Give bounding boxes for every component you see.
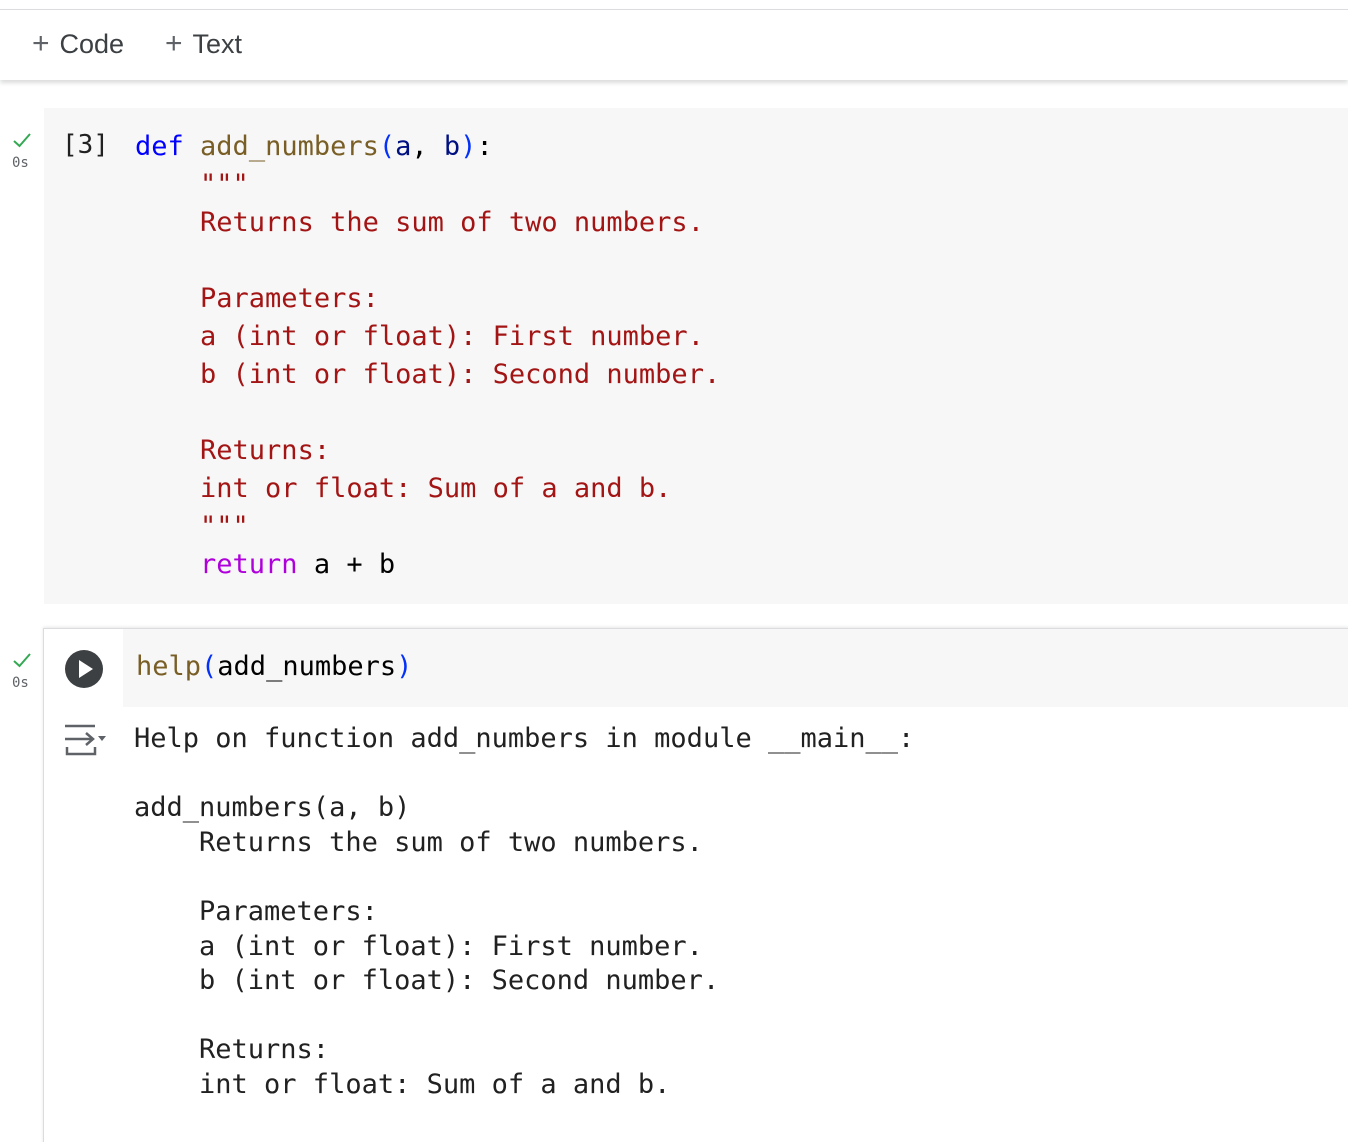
success-check-icon: [13, 133, 31, 148]
execution-count: [3]: [62, 130, 109, 160]
docstring-line: int or float: Sum of a and b.: [200, 473, 672, 504]
docstring-line: Returns:: [200, 435, 331, 466]
play-icon: [79, 660, 93, 678]
plus-icon: +: [32, 27, 50, 60]
notebook-page: + Code + Text 0s [3] def add_numbers(a, …: [0, 0, 1348, 1142]
notebook-toolbar: + Code + Text: [0, 9, 1348, 80]
argument: add_numbers: [217, 651, 397, 682]
param-a: a: [395, 131, 412, 162]
def-keyword: def: [135, 131, 184, 162]
return-expression: a + b: [313, 549, 396, 580]
close-paren: ): [460, 131, 477, 162]
colon: :: [476, 131, 493, 162]
docstring-close: """: [200, 511, 249, 542]
success-check-icon: [13, 653, 31, 668]
comma: ,: [411, 131, 444, 162]
plus-icon: +: [165, 27, 183, 60]
open-paren: (: [378, 131, 396, 162]
add-code-cell-button[interactable]: + Code: [32, 24, 124, 64]
add-text-label: Text: [192, 28, 243, 59]
param-b: b: [443, 131, 461, 162]
docstring-line: a (int or float): First number.: [200, 321, 704, 352]
docstring-open: """: [200, 169, 249, 200]
add-text-cell-button[interactable]: + Text: [165, 24, 242, 64]
code-editor[interactable]: help(add_numbers): [136, 648, 412, 686]
docstring-line: b (int or float): Second number.: [200, 359, 721, 390]
execution-time: 0s: [12, 155, 29, 171]
add-code-label: Code: [59, 28, 125, 59]
open-paren: (: [201, 651, 218, 682]
execution-time: 0s: [12, 675, 29, 691]
docstring-line: Returns the sum of two numbers.: [200, 207, 704, 238]
code-editor[interactable]: def add_numbers(a, b): """ Returns the s…: [135, 128, 720, 584]
run-cell-button[interactable]: [65, 650, 103, 688]
close-paren: ): [396, 651, 413, 682]
function-name: add_numbers: [200, 131, 379, 162]
output-actions-icon[interactable]: [62, 720, 108, 762]
cell-output: Help on function add_numbers in module _…: [134, 723, 915, 1100]
return-keyword: return: [200, 549, 298, 580]
docstring-line: Parameters:: [200, 283, 379, 314]
function-call: help: [136, 651, 202, 682]
